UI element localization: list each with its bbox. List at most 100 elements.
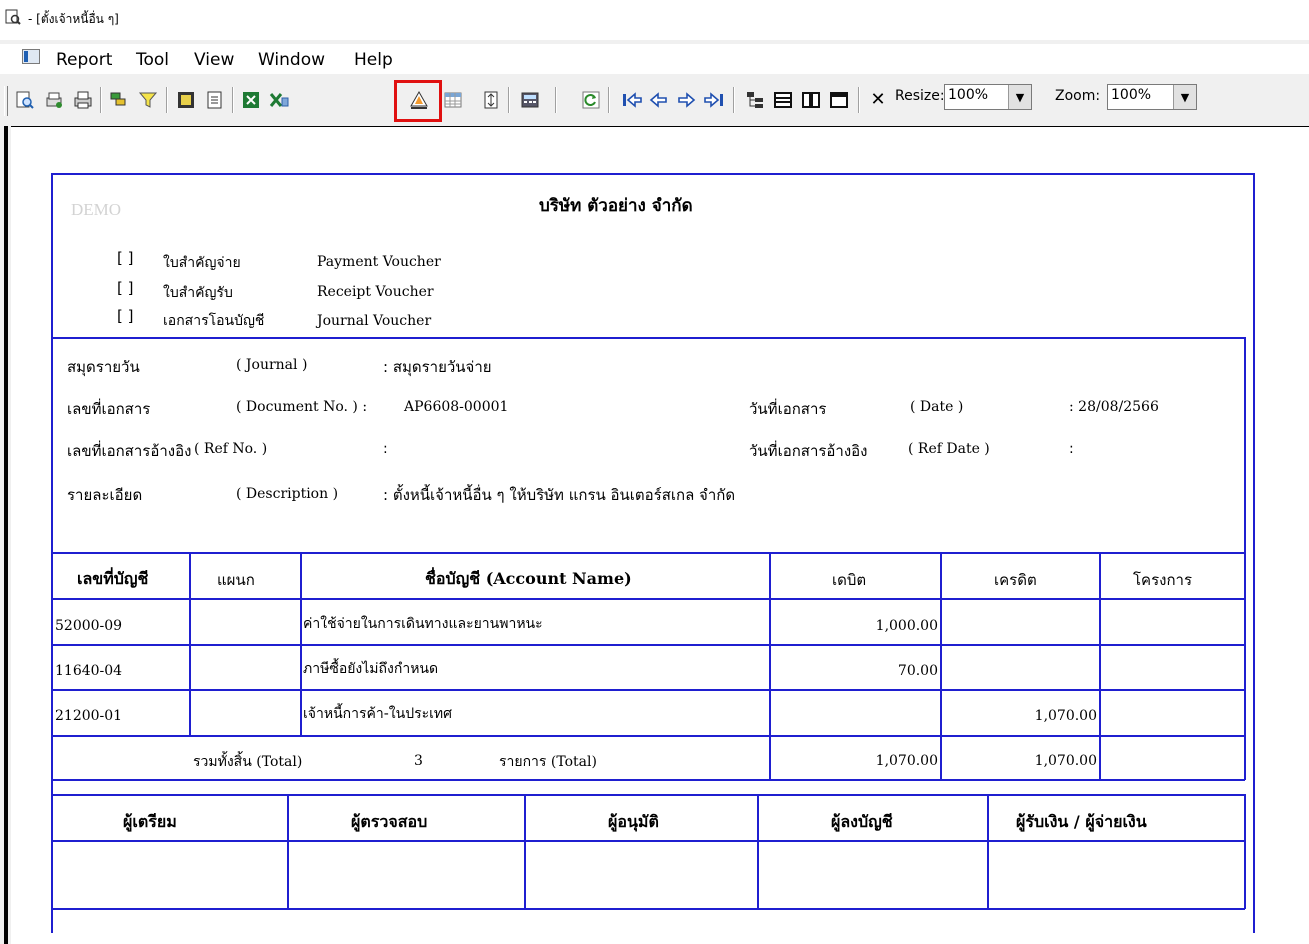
menu-report[interactable]: Report [56, 50, 112, 70]
signature-border [524, 794, 526, 909]
document-no-value: AP6608-00001 [404, 399, 509, 415]
excel-icon[interactable] [240, 89, 262, 111]
document-no-label-en: ( Document No. ) : [236, 399, 368, 415]
table-border [51, 552, 1245, 554]
chevron-down-icon[interactable]: ▼ [1008, 85, 1031, 109]
table-border [1099, 552, 1101, 780]
menu-help[interactable]: Help [354, 50, 393, 70]
columns-icon[interactable] [800, 89, 822, 111]
col-header-account-name: ชื่อบัญชี (Account Name) [425, 569, 632, 588]
signature-border [51, 840, 1245, 842]
table-border [940, 552, 942, 780]
preview-icon[interactable] [14, 89, 36, 111]
first-page-icon[interactable] [621, 89, 643, 111]
table-cell-credit: 1,070.00 [1034, 708, 1097, 724]
toolbar-separator [100, 87, 102, 113]
description-label: รายละเอียด [67, 486, 143, 504]
excel-export-icon[interactable] [268, 89, 290, 111]
journal-label: สมุดรายวัน [67, 358, 140, 376]
table-border [1244, 552, 1246, 780]
company-name: บริษัท ตัวอย่าง จำกัด [539, 196, 693, 216]
signature-approver: ผู้อนุมัติ [608, 812, 659, 831]
prev-page-icon[interactable] [648, 89, 670, 111]
checkbox: [ ] [117, 279, 134, 297]
table-cell-name: ภาษีซื้อยังไม่ถึงกำหนด [303, 661, 439, 677]
table-border [51, 735, 1245, 737]
zoom-label: Zoom: [1055, 88, 1101, 104]
tree-icon[interactable] [744, 89, 766, 111]
document-icon[interactable] [22, 49, 40, 64]
chevron-down-icon[interactable]: ▼ [1173, 85, 1196, 109]
voucher-type-en: Journal Voucher [317, 313, 432, 329]
ref-no-label-en: ( Ref No. ) [194, 441, 268, 457]
toolbar-separator [733, 87, 735, 113]
voucher-type-th: ใบสำคัญรับ [163, 285, 233, 301]
report-page: DEMO บริษัท ตัวอย่าง จำกัด [ ] ใบสำคัญจ่… [11, 126, 1309, 944]
table-cell-debit: 70.00 [897, 663, 938, 679]
close-icon[interactable]: ✕ [867, 89, 889, 111]
menu-bar: Report Tool View Window Help [0, 44, 1309, 74]
refresh-icon[interactable] [580, 89, 602, 111]
signature-border [757, 794, 759, 909]
table-border [189, 552, 191, 735]
row-height-icon[interactable] [480, 89, 502, 111]
table-border [51, 689, 1245, 691]
ref-date-label: วันที่เอกสารอ้างอิง [749, 442, 868, 460]
page-setup-icon[interactable] [204, 89, 226, 111]
zoom-value: 100% [1111, 87, 1152, 103]
col-header-account: เลขที่บัญชี [77, 569, 149, 588]
signature-payee: ผู้รับเงิน / ผู้จ่ายเงิน [1016, 812, 1147, 831]
toolbar-separator [166, 87, 168, 113]
table-cell-debit: 1,000.00 [875, 618, 938, 634]
rows-icon[interactable] [772, 89, 794, 111]
signature-border [987, 794, 989, 909]
ref-no-label: เลขที่เอกสารอ้างอิง [67, 442, 192, 460]
total-debit: 1,070.00 [875, 753, 938, 769]
date-label: วันที่เอกสาร [749, 400, 827, 418]
journal-label-en: ( Journal ) [236, 357, 308, 373]
window-title: - [ตั้งเจ้าหนี้อื่น ๆ] [28, 12, 119, 26]
signature-border [1244, 794, 1246, 909]
toolbar-grip[interactable] [4, 86, 8, 116]
date-label-en: ( Date ) [910, 399, 964, 415]
date-value: : 28/08/2566 [1069, 399, 1159, 415]
print-icon[interactable] [72, 89, 94, 111]
menu-tool[interactable]: Tool [136, 50, 169, 70]
total-items-label: รายการ (Total) [499, 754, 597, 770]
zoom-select[interactable]: 100% ▼ [1107, 84, 1197, 110]
col-header-dept: แผนก [217, 571, 255, 589]
total-credit: 1,070.00 [1034, 753, 1097, 769]
checkbox: [ ] [117, 307, 134, 325]
table-border [300, 552, 302, 735]
resize-label: Resize: [895, 88, 945, 104]
voucher-type-th: เอกสารโอนบัญชี [163, 313, 265, 329]
group-icon[interactable] [108, 89, 130, 111]
filter-icon[interactable] [137, 89, 159, 111]
resize-value: 100% [948, 87, 989, 103]
resize-select[interactable]: 100% ▼ [944, 84, 1032, 110]
voucher-type-en: Receipt Voucher [317, 284, 434, 300]
table-cell-account: 21200-01 [55, 708, 123, 724]
menu-window[interactable]: Window [258, 50, 325, 70]
report-border [51, 173, 1255, 175]
total-count: 3 [414, 753, 423, 769]
toolbar: ✕ Resize: 100% ▼ Zoom: 100% ▼ [0, 76, 1309, 126]
calculator-icon[interactable] [519, 89, 541, 111]
export-icon[interactable] [175, 89, 197, 111]
window-icon[interactable] [828, 89, 850, 111]
report-border [1253, 173, 1255, 933]
menu-view[interactable]: View [194, 50, 234, 70]
grid-icon[interactable] [442, 89, 464, 111]
signature-preparer: ผู้เตรียม [123, 812, 177, 831]
toolbar-separator [858, 87, 860, 113]
ref-date-label-en: ( Ref Date ) [908, 441, 990, 457]
info-border [51, 337, 1245, 339]
last-page-icon[interactable] [703, 89, 725, 111]
watermark: DEMO [71, 200, 122, 219]
journal-value: : สมุดรายวันจ่าย [383, 358, 492, 376]
ref-date-value: : [1069, 441, 1074, 457]
print-setup-icon[interactable] [43, 89, 65, 111]
voucher-type-en: Payment Voucher [317, 254, 441, 270]
table-cell-name: เจ้าหนี้การค้า-ในประเทศ [303, 706, 453, 722]
next-page-icon[interactable] [675, 89, 697, 111]
